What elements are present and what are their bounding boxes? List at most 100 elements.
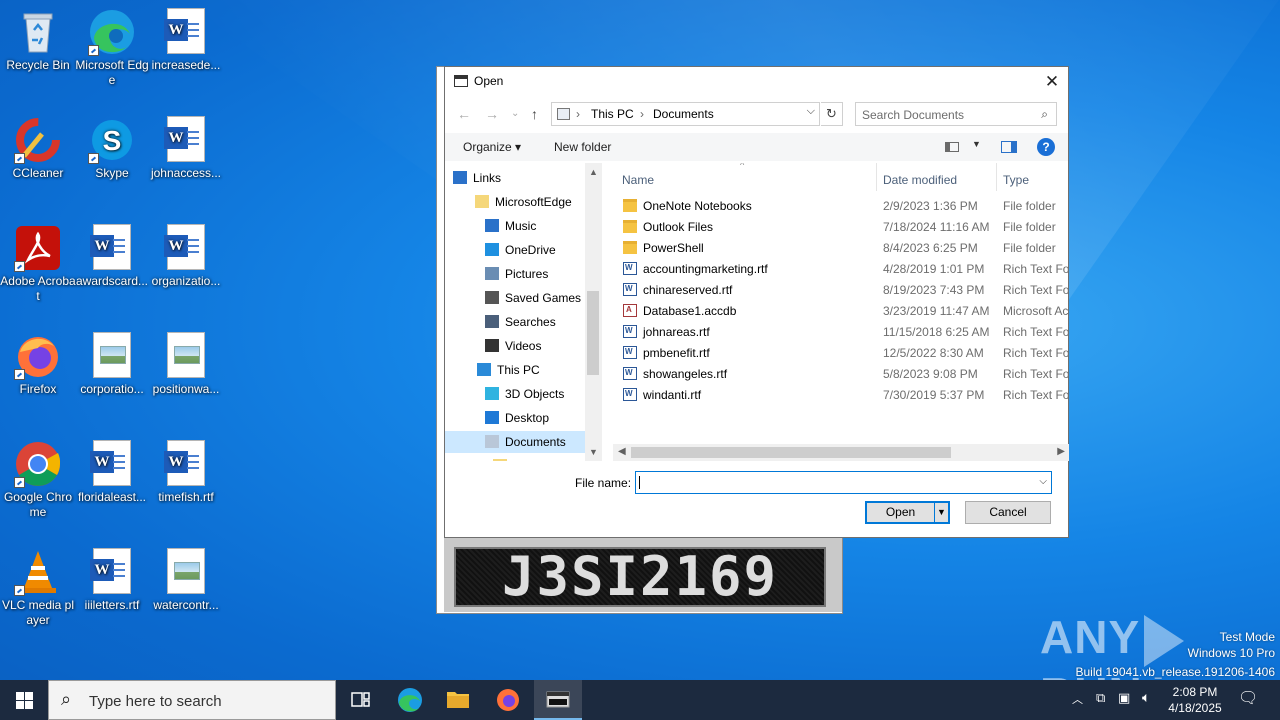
open-options-chevron-icon[interactable]: ▼ xyxy=(934,503,948,522)
show-hidden-icons-chevron-icon[interactable]: ︿ xyxy=(1072,691,1083,720)
view-options-icon[interactable] xyxy=(945,142,959,152)
taskbar-search-box[interactable]: ⌕ Type here to search xyxy=(48,680,336,720)
google-chrome-icon[interactable]: Google Chrome xyxy=(0,440,76,520)
vlc-media-player-icon[interactable]: VLC media player xyxy=(0,548,76,628)
file-row[interactable]: johnareas.rtf 11/15/2018 6:25 AM Rich Text… xyxy=(615,321,1069,342)
microsoft-edge-icon[interactable]: Microsoft Edge xyxy=(74,8,150,88)
image-file-icon[interactable]: positionwa... xyxy=(148,332,224,397)
open-button[interactable]: Open ▼ xyxy=(865,501,950,524)
file-type: File folder xyxy=(1003,241,1056,255)
file-name-dropdown-icon[interactable]: ⌵ xyxy=(1039,476,1047,487)
close-button[interactable]: ✕ xyxy=(1036,67,1068,96)
address-bar[interactable]: › This PC › Documents ⌵ xyxy=(551,102,820,126)
scroll-down-icon[interactable]: ▼ xyxy=(589,447,598,457)
volume-icon[interactable]: 🔈︎ xyxy=(1142,689,1150,720)
word-document-icon[interactable]: W iiiletters.rtf xyxy=(74,548,150,613)
shortcut-arrow-icon xyxy=(14,261,25,272)
nav-item-saved-games[interactable]: Saved Games xyxy=(445,287,585,309)
nav-item-music[interactable]: Music xyxy=(445,215,585,237)
column-divider[interactable] xyxy=(996,163,997,191)
nav-item-microsoftedge[interactable]: MicrosoftEdge xyxy=(445,191,585,213)
file-date-modified: 7/30/2019 5:37 PM xyxy=(883,388,985,402)
breadcrumb-documents[interactable]: Documents xyxy=(653,107,714,121)
scroll-right-icon[interactable]: ▶ xyxy=(1057,446,1065,457)
horizontal-scrollbar[interactable]: ◀ ▶ xyxy=(613,444,1069,461)
open-file-dialog: Open ✕ ← → ⌄ ↑ › This PC › Documents ⌵ ↻… xyxy=(444,66,1069,538)
action-center-icon[interactable]: 🗨︎ xyxy=(1238,688,1258,720)
nav-item-pictures[interactable]: Pictures xyxy=(445,263,585,285)
up-arrow-icon[interactable]: ↑ xyxy=(531,106,538,122)
scrollbar-thumb[interactable] xyxy=(631,447,951,458)
nav-item-links[interactable]: Links xyxy=(445,167,585,189)
preview-pane-icon[interactable] xyxy=(1001,141,1017,153)
firefox-icon[interactable]: Firefox xyxy=(0,332,76,397)
nav-item-desktop[interactable]: Desktop xyxy=(445,407,585,429)
breadcrumb-this-pc[interactable]: This PC xyxy=(591,107,634,121)
adobe-acrobat-icon[interactable]: Adobe Acrobat xyxy=(0,224,76,304)
ccleaner-icon[interactable]: CCleaner xyxy=(0,116,76,181)
nav-item-documents[interactable]: Documents xyxy=(445,431,585,453)
address-dropdown-chevron-icon[interactable]: ⌵ xyxy=(807,105,815,118)
scrollbar-thumb[interactable] xyxy=(587,291,599,375)
image-file-icon[interactable]: corporatio... xyxy=(74,332,150,397)
windows-logo-icon xyxy=(16,692,24,700)
nav-item-this-pc[interactable]: This PC xyxy=(445,359,585,381)
file-row[interactable]: OneNote Notebooks 2/9/2023 1:36 PM File fo… xyxy=(615,195,1069,216)
nav-item-onenote-not[interactable]: OneNote Not xyxy=(445,455,585,461)
word-document-icon[interactable]: W organizatio... xyxy=(148,224,224,289)
cancel-button[interactable]: Cancel xyxy=(965,501,1051,524)
taskbar-active-app-button[interactable] xyxy=(534,680,582,720)
navigation-scrollbar[interactable]: ▲ ▼ xyxy=(585,163,602,461)
file-row[interactable]: PowerShell 8/4/2023 6:25 PM File folder xyxy=(615,237,1069,258)
system-clock[interactable]: 2:08 PM 4/18/2025 xyxy=(1160,684,1230,716)
word-document-icon[interactable]: W timefish.rtf xyxy=(148,440,224,505)
nav-item-3d-objects[interactable]: 3D Objects xyxy=(445,383,585,405)
rtf-file-icon xyxy=(623,388,637,401)
column-header-date[interactable]: Date modified xyxy=(883,173,957,187)
word-document-icon[interactable]: W awardscard... xyxy=(74,224,150,289)
skype-icon[interactable]: S Skype xyxy=(74,116,150,181)
file-row[interactable]: showangeles.rtf 5/8/2023 9:08 PM Rich Text… xyxy=(615,363,1069,384)
start-button[interactable] xyxy=(0,680,48,720)
word-document-icon[interactable]: W floridaleast... xyxy=(74,440,150,505)
file-row[interactable]: Database1.accdb 3/23/2019 11:47 AM Microso… xyxy=(615,300,1069,321)
word-document-icon[interactable]: W johnaccess... xyxy=(148,116,224,181)
file-date-modified: 8/19/2023 7:43 PM xyxy=(883,283,985,297)
file-row[interactable]: windanti.rtf 7/30/2019 5:37 PM Rich Text F… xyxy=(615,384,1069,405)
scroll-left-icon[interactable]: ◀ xyxy=(618,446,626,457)
column-divider[interactable] xyxy=(876,163,877,191)
forward-arrow-icon[interactable]: → xyxy=(485,106,499,122)
folder-icon xyxy=(623,220,637,233)
column-header-name[interactable]: Name xyxy=(622,173,654,187)
file-row[interactable]: pmbenefit.rtf 12/5/2022 8:30 AM Rich Text … xyxy=(615,342,1069,363)
search-input[interactable]: Search Documents ⌕ xyxy=(855,102,1057,126)
desktop-icon-label: floridaleast... xyxy=(77,490,147,504)
help-button[interactable]: ? xyxy=(1037,138,1055,156)
taskbar-edge-button[interactable] xyxy=(386,680,434,720)
file-name-input[interactable]: ⌵ xyxy=(635,471,1052,494)
dialog-titlebar[interactable]: Open ✕ xyxy=(445,67,1068,97)
view-dropdown-icon[interactable]: ▼ xyxy=(972,139,981,149)
file-date-modified: 3/23/2019 11:47 AM xyxy=(883,304,990,318)
back-arrow-icon[interactable]: ← xyxy=(457,106,471,122)
organize-button[interactable]: Organize ▾ xyxy=(463,140,521,154)
recent-locations-chevron-icon[interactable]: ⌄ xyxy=(511,108,519,119)
word-document-icon[interactable]: W increasede... xyxy=(148,8,224,73)
file-row[interactable]: Outlook Files 7/18/2024 11:16 AM File fold… xyxy=(615,216,1069,237)
nav-item-searches[interactable]: Searches xyxy=(445,311,585,333)
column-header-type[interactable]: Type xyxy=(1003,173,1029,187)
new-folder-button[interactable]: New folder xyxy=(554,140,611,154)
image-file-icon[interactable]: watercontr... xyxy=(148,548,224,613)
file-row[interactable]: accountingmarketing.rtf 4/28/2019 1:01 PM… xyxy=(615,258,1069,279)
nav-item-videos[interactable]: Videos xyxy=(445,335,585,357)
file-row[interactable]: chinareserved.rtf 8/19/2023 7:43 PM Rich T… xyxy=(615,279,1069,300)
taskbar-firefox-button[interactable] xyxy=(484,680,532,720)
task-view-button[interactable] xyxy=(336,680,384,720)
scroll-up-icon[interactable]: ▲ xyxy=(589,167,598,177)
refresh-button[interactable]: ↻ xyxy=(821,102,843,126)
nav-item-onedrive[interactable]: OneDrive xyxy=(445,239,585,261)
taskbar-file-explorer-button[interactable] xyxy=(434,680,482,720)
network-icon[interactable]: ▣ xyxy=(1118,690,1130,720)
recycle-bin-icon[interactable]: Recycle Bin xyxy=(0,8,76,73)
device-icon[interactable]: ⧉ xyxy=(1096,690,1105,720)
